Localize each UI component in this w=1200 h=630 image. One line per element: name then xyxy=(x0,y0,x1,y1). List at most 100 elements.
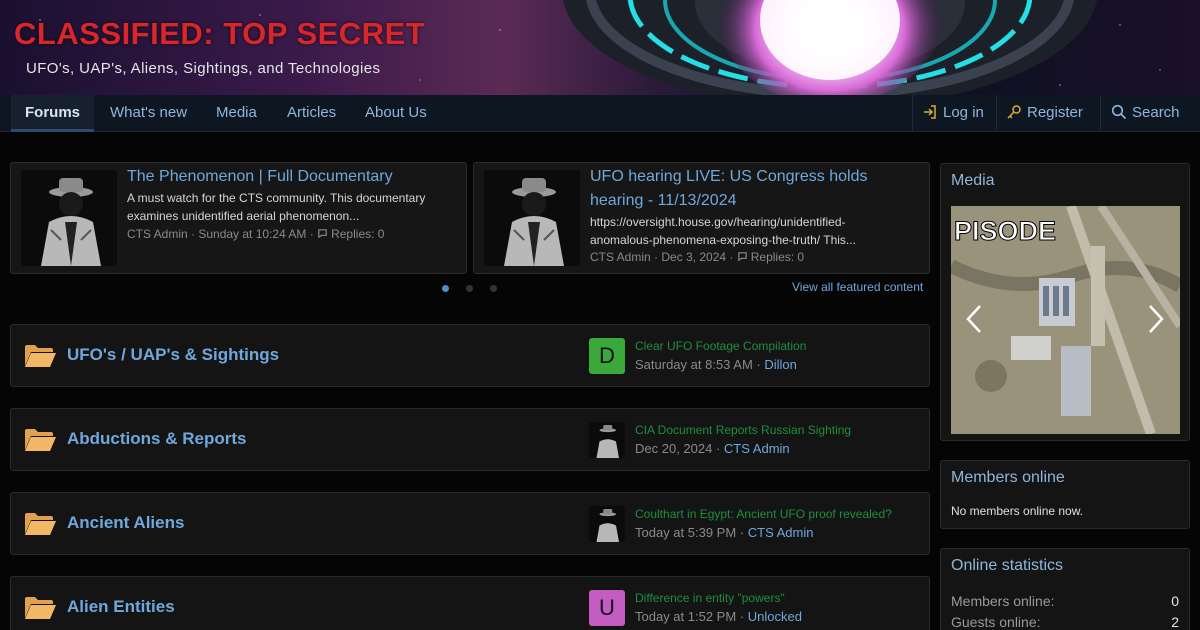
stat-row: Members online: 0 xyxy=(951,593,1179,609)
tab-whats-new[interactable]: What's new xyxy=(110,95,187,132)
search-link[interactable]: Search xyxy=(1111,95,1180,132)
login-icon xyxy=(924,105,936,119)
featured-thumbnail[interactable] xyxy=(484,170,580,266)
latest-user-link[interactable]: Dillon xyxy=(764,357,797,372)
stat-row: Guests online: 2 xyxy=(951,614,1179,630)
agent-silhouette-image xyxy=(589,506,625,542)
widget-title: Online statistics xyxy=(951,557,1064,574)
site-header: CLASSIFIED: TOP SECRET UFO's, UAP's, Ali… xyxy=(0,0,1200,95)
meta-separator: · xyxy=(736,525,748,540)
featured-replies: Replies: 0 xyxy=(750,250,805,264)
tab-about-us[interactable]: About Us xyxy=(365,95,427,132)
media-slideshow[interactable]: PISODE xyxy=(951,206,1180,434)
featured-card[interactable]: The Phenomenon | Full Documentary A must… xyxy=(10,162,467,274)
forum-row[interactable]: Abductions & Reports CIA Document Report… xyxy=(10,408,930,471)
media-widget: Media PISODE xyxy=(940,163,1190,441)
register-label: Register xyxy=(1027,104,1083,121)
carousel-dot-active[interactable] xyxy=(442,285,449,292)
agent-silhouette-image xyxy=(484,170,580,266)
latest-user-link[interactable]: Unlocked xyxy=(748,609,802,624)
avatar[interactable] xyxy=(589,506,625,542)
carousel-dot[interactable] xyxy=(490,285,497,292)
stat-value: 0 xyxy=(1171,593,1179,609)
aerial-base-image: PISODE xyxy=(951,206,1180,434)
agent-silhouette-image xyxy=(21,170,117,266)
carousel-dot[interactable] xyxy=(466,285,473,292)
forum-title[interactable]: Ancient Aliens xyxy=(67,513,184,533)
stat-label: Guests online: xyxy=(951,614,1041,630)
login-link[interactable]: Log in xyxy=(922,95,984,132)
chevron-left-icon[interactable] xyxy=(965,304,983,334)
featured-meta: CTS Admin · Dec 3, 2024 · Replies: 0 xyxy=(590,250,804,264)
avatar[interactable]: U xyxy=(589,590,625,626)
featured-title[interactable]: The Phenomenon | Full Documentary xyxy=(127,165,393,189)
featured-snippet: examines unidentified aerial phenomenon.… xyxy=(127,209,360,223)
view-all-featured-link[interactable]: View all featured content xyxy=(792,280,923,294)
featured-thumbnail[interactable] xyxy=(21,170,117,266)
register-link[interactable]: Register xyxy=(1006,95,1083,132)
featured-meta: CTS Admin · Sunday at 10:24 AM · Replies… xyxy=(127,227,384,241)
latest-time: Saturday at 8:53 AM xyxy=(635,357,753,372)
forum-title[interactable]: Abductions & Reports xyxy=(67,429,246,449)
forum-title[interactable]: Alien Entities xyxy=(67,597,175,617)
comments-icon xyxy=(318,229,327,239)
featured-snippet: A must watch for the CTS community. This… xyxy=(127,191,426,205)
nav-divider xyxy=(996,95,997,132)
featured-title[interactable]: hearing - 11/13/2024 xyxy=(590,189,736,213)
folder-icon xyxy=(25,345,56,367)
main-navigation: Forums What's new Media Articles About U… xyxy=(0,95,1200,132)
latest-time: Dec 20, 2024 xyxy=(635,441,713,456)
latest-thread-link[interactable]: Coulthart in Egypt: Ancient UFO proof re… xyxy=(635,507,892,521)
widget-title[interactable]: Media xyxy=(951,172,995,190)
forum-title[interactable]: UFO's / UAP's & Sightings xyxy=(67,345,279,365)
site-title[interactable]: CLASSIFIED: TOP SECRET xyxy=(14,16,425,52)
forum-row[interactable]: UFO's / UAP's & Sightings D Clear UFO Fo… xyxy=(10,324,930,387)
meta-separator: · xyxy=(712,441,724,456)
featured-snippet: https://oversight.house.gov/hearing/unid… xyxy=(590,215,846,229)
latest-thread-meta: Saturday at 8:53 AM · Dillon xyxy=(635,357,797,372)
meta-separator: · xyxy=(752,357,765,372)
avatar[interactable]: D xyxy=(589,338,625,374)
nav-divider xyxy=(1100,95,1101,132)
folder-icon xyxy=(25,513,56,535)
featured-meta-text: CTS Admin · Dec 3, 2024 · xyxy=(590,250,737,264)
widget-title[interactable]: Members online xyxy=(951,469,1065,487)
latest-thread-link[interactable]: Difference in entity "powers" xyxy=(635,591,785,605)
latest-time: Today at 5:39 PM xyxy=(635,525,737,540)
online-statistics-widget: Online statistics Members online: 0 Gues… xyxy=(940,548,1190,630)
featured-snippet: anomalous-phenomena-exposing-the-truth/ … xyxy=(590,233,856,247)
stat-value: 2 xyxy=(1171,614,1179,630)
site-tagline: UFO's, UAP's, Aliens, Sightings, and Tec… xyxy=(26,60,381,77)
latest-thread-link[interactable]: CIA Document Reports Russian Sighting xyxy=(635,423,851,437)
latest-time: Today at 1:52 PM xyxy=(635,609,737,624)
nav-divider xyxy=(912,95,913,132)
latest-user-link[interactable]: CTS Admin xyxy=(724,441,790,456)
agent-silhouette-image xyxy=(589,422,625,458)
avatar[interactable] xyxy=(589,422,625,458)
latest-thread-meta: Dec 20, 2024 · CTS Admin xyxy=(635,441,790,456)
stat-label: Members online: xyxy=(951,593,1055,609)
forum-row[interactable]: Alien Entities U Difference in entity "p… xyxy=(10,576,930,630)
members-online-widget: Members online No members online now. xyxy=(940,460,1190,529)
search-label: Search xyxy=(1132,104,1180,121)
latest-user-link[interactable]: CTS Admin xyxy=(748,525,814,540)
login-label: Log in xyxy=(943,104,984,121)
media-caption: PISODE xyxy=(954,216,1056,246)
tab-forums[interactable]: Forums xyxy=(11,95,95,132)
latest-thread-link[interactable]: Clear UFO Footage Compilation xyxy=(635,339,806,353)
latest-thread-meta: Today at 1:52 PM · Unlocked xyxy=(635,609,802,624)
featured-meta-text: CTS Admin · Sunday at 10:24 AM · xyxy=(127,227,318,241)
forum-row[interactable]: Ancient Aliens Coulthart in Egypt: Ancie… xyxy=(10,492,930,555)
chevron-right-icon[interactable] xyxy=(1147,304,1165,334)
latest-thread-meta: Today at 5:39 PM · CTS Admin xyxy=(635,525,813,540)
ufo-banner-image xyxy=(563,0,1097,95)
folder-icon xyxy=(25,429,56,451)
tab-articles[interactable]: Articles xyxy=(287,95,336,132)
folder-icon xyxy=(25,597,56,619)
featured-title[interactable]: UFO hearing LIVE: US Congress holds xyxy=(590,165,867,189)
meta-separator: · xyxy=(736,609,748,624)
featured-card[interactable]: UFO hearing LIVE: US Congress holds hear… xyxy=(473,162,930,274)
key-icon xyxy=(1007,105,1021,119)
tab-media[interactable]: Media xyxy=(216,95,257,132)
search-icon xyxy=(1111,104,1127,120)
